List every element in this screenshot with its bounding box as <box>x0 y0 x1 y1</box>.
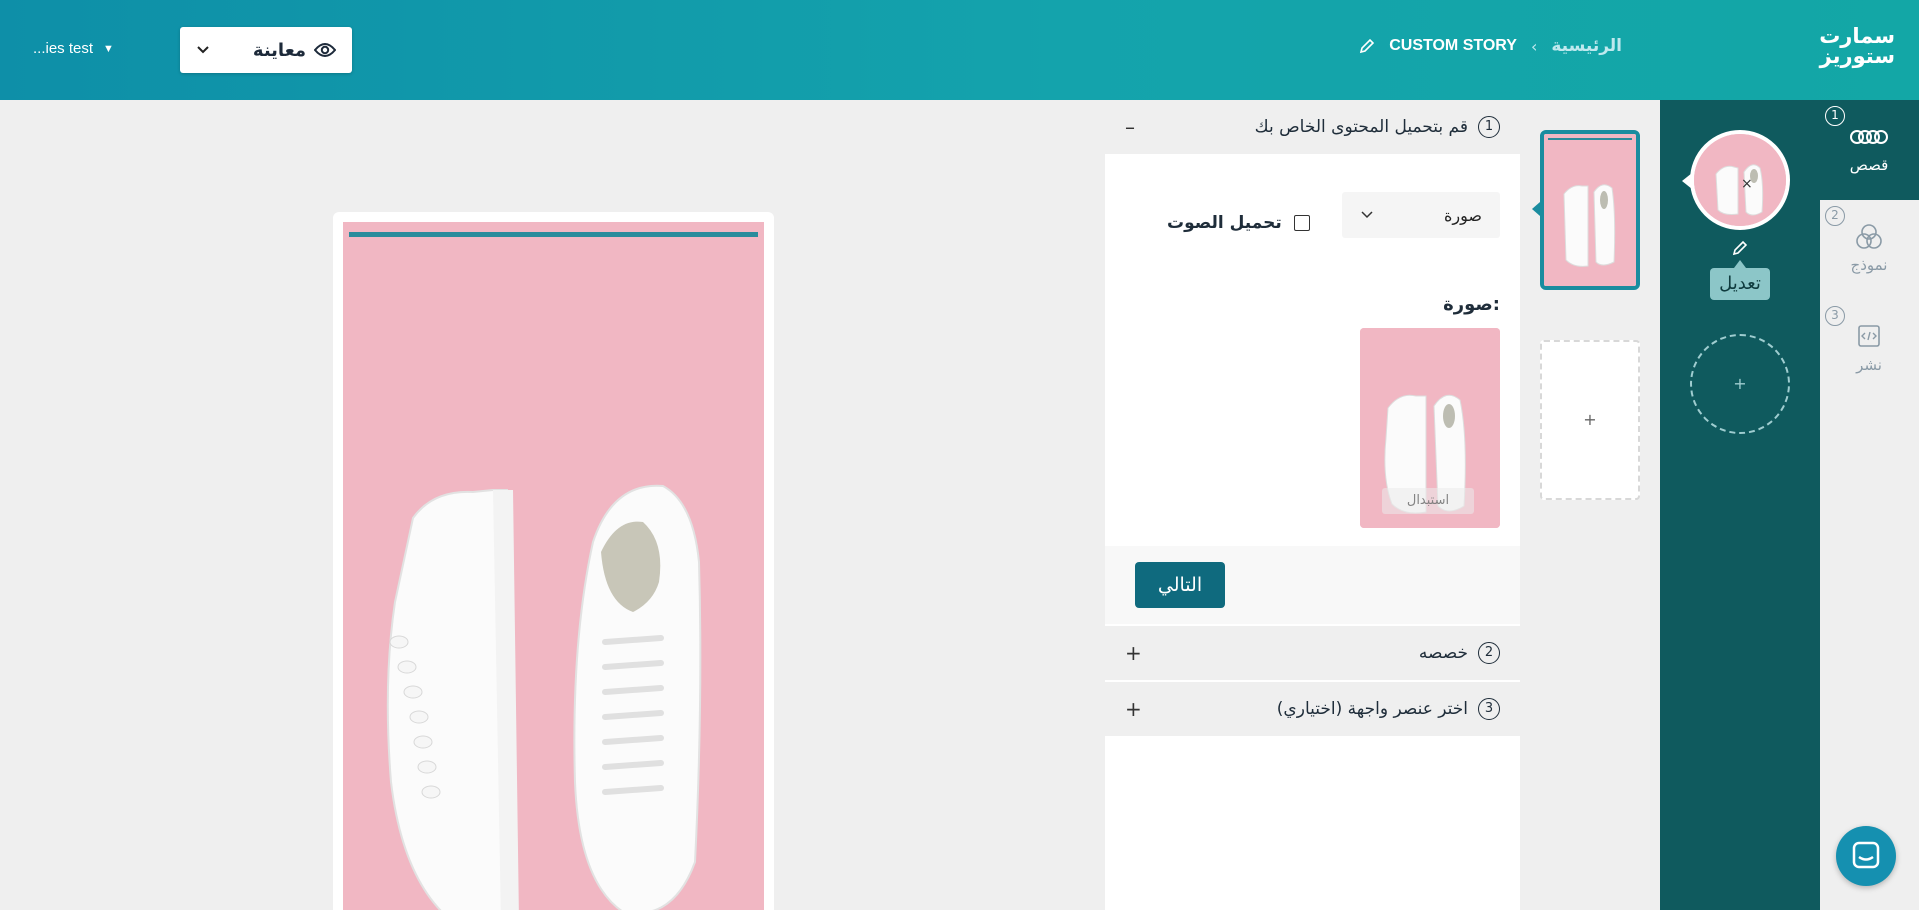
media-type-select[interactable]: صورة <box>1342 192 1500 238</box>
content-form-panel: 1 قم بتحميل المحتوى الخاص بك – صورة تحمي… <box>1105 100 1520 910</box>
user-menu[interactable]: ...ies test ▼ <box>33 40 114 57</box>
sneakers-image <box>1694 134 1786 226</box>
expand-icon[interactable]: + <box>1125 697 1142 721</box>
section-title: خصصه <box>1418 643 1468 663</box>
select-value: صورة <box>1444 205 1482 225</box>
sneakers-image <box>1544 134 1636 286</box>
step-badge: 3 <box>1478 698 1500 720</box>
logo-line-2: ستوريز <box>1819 44 1895 68</box>
accordion-title: 3 اختر عنصر واجهة (اختياري) <box>1277 698 1500 720</box>
template-icon <box>1856 224 1882 249</box>
step-badge: 2 <box>1478 642 1500 664</box>
nav-item-template[interactable]: 2 نموذج <box>1819 200 1919 300</box>
add-slide-button[interactable]: + <box>1540 340 1640 500</box>
step-badge: 1 <box>1478 116 1500 138</box>
selected-slide-pointer <box>1532 202 1540 216</box>
accordion-widget[interactable]: 3 اختر عنصر واجهة (اختياري) + <box>1105 682 1520 738</box>
pencil-icon[interactable] <box>1359 38 1375 54</box>
checkbox[interactable] <box>1293 215 1310 231</box>
caret-down-icon: ▼ <box>103 42 114 55</box>
accordion-title: 2 خصصه <box>1419 642 1500 664</box>
collapse-icon[interactable]: – <box>1125 115 1135 139</box>
chevron-down-icon <box>197 46 209 54</box>
nav-label: نموذج <box>1850 256 1888 274</box>
section-title: قم بتحميل المحتوى الخاص بك <box>1254 117 1468 137</box>
section-title: اختر عنصر واجهة (اختياري) <box>1276 699 1468 719</box>
nav-label: قصص <box>1849 156 1889 174</box>
user-name: ...ies test <box>33 40 94 57</box>
upload-audio-checkbox[interactable]: تحميل الصوت <box>1167 213 1310 233</box>
preview-button[interactable]: معاينة <box>180 27 352 73</box>
step-number: 1 <box>1825 106 1845 126</box>
story-preview-phone <box>333 212 774 910</box>
chevron-left-icon: ‹ <box>1530 36 1538 56</box>
breadcrumb: الرئيسية ‹ CUSTOM STORY <box>1359 36 1622 56</box>
story-progress-bar <box>349 232 758 237</box>
close-icon[interactable]: × <box>1741 176 1753 192</box>
step-number: 3 <box>1825 306 1845 326</box>
steps-nav: 1 قصص 2 نموذج 3 نشر <box>1819 100 1919 910</box>
accordion-title: 1 قم بتحميل المحتوى الخاص بك <box>1255 116 1500 138</box>
nav-label: نشر <box>1856 356 1882 374</box>
app-logo[interactable]: سمارت ستوريز <box>1803 24 1895 68</box>
stories-column: × تعديل + <box>1660 100 1820 910</box>
uploaded-image-preview[interactable]: استبدال <box>1360 328 1500 528</box>
sneakers-image <box>343 222 764 910</box>
stories-icon <box>1850 130 1888 144</box>
nav-item-stories[interactable]: 1 قصص <box>1819 100 1919 200</box>
pencil-icon[interactable] <box>1732 240 1748 256</box>
breadcrumb-current[interactable]: CUSTOM STORY <box>1389 37 1517 55</box>
edit-tooltip: تعديل <box>1710 260 1770 300</box>
replace-image-button[interactable]: استبدال <box>1382 488 1474 514</box>
story-thumbnail[interactable]: × <box>1690 130 1790 230</box>
step-number: 2 <box>1825 206 1845 226</box>
accordion-upload-content[interactable]: 1 قم بتحميل المحتوى الخاص بك – <box>1105 100 1520 156</box>
breadcrumb-home[interactable]: الرئيسية <box>1551 36 1622 56</box>
chat-launcher-button[interactable] <box>1836 826 1896 886</box>
accordion-customize[interactable]: 2 خصصه + <box>1105 626 1520 682</box>
next-button-area: التالي <box>1105 546 1520 624</box>
add-story-button[interactable]: + <box>1690 334 1790 434</box>
top-header: سمارت ستوريز الرئيسية ‹ CUSTOM STORY معا… <box>0 0 1919 100</box>
expand-icon[interactable]: + <box>1125 641 1142 665</box>
chevron-down-icon <box>1361 211 1373 219</box>
audio-label: تحميل الصوت <box>1167 213 1282 233</box>
chat-icon <box>1852 841 1880 869</box>
preview-label: معاينة <box>252 39 306 61</box>
slide-thumbnail[interactable] <box>1540 130 1640 290</box>
story-preview-screen <box>343 222 764 910</box>
nav-item-publish[interactable]: 3 نشر <box>1819 300 1919 400</box>
logo-line-1: سمارت <box>1819 24 1895 48</box>
next-button[interactable]: التالي <box>1135 562 1225 608</box>
publish-code-icon <box>1858 325 1880 347</box>
image-label: صورة: <box>1443 294 1500 315</box>
slides-column: + <box>1520 100 1660 910</box>
eye-icon <box>314 43 336 57</box>
